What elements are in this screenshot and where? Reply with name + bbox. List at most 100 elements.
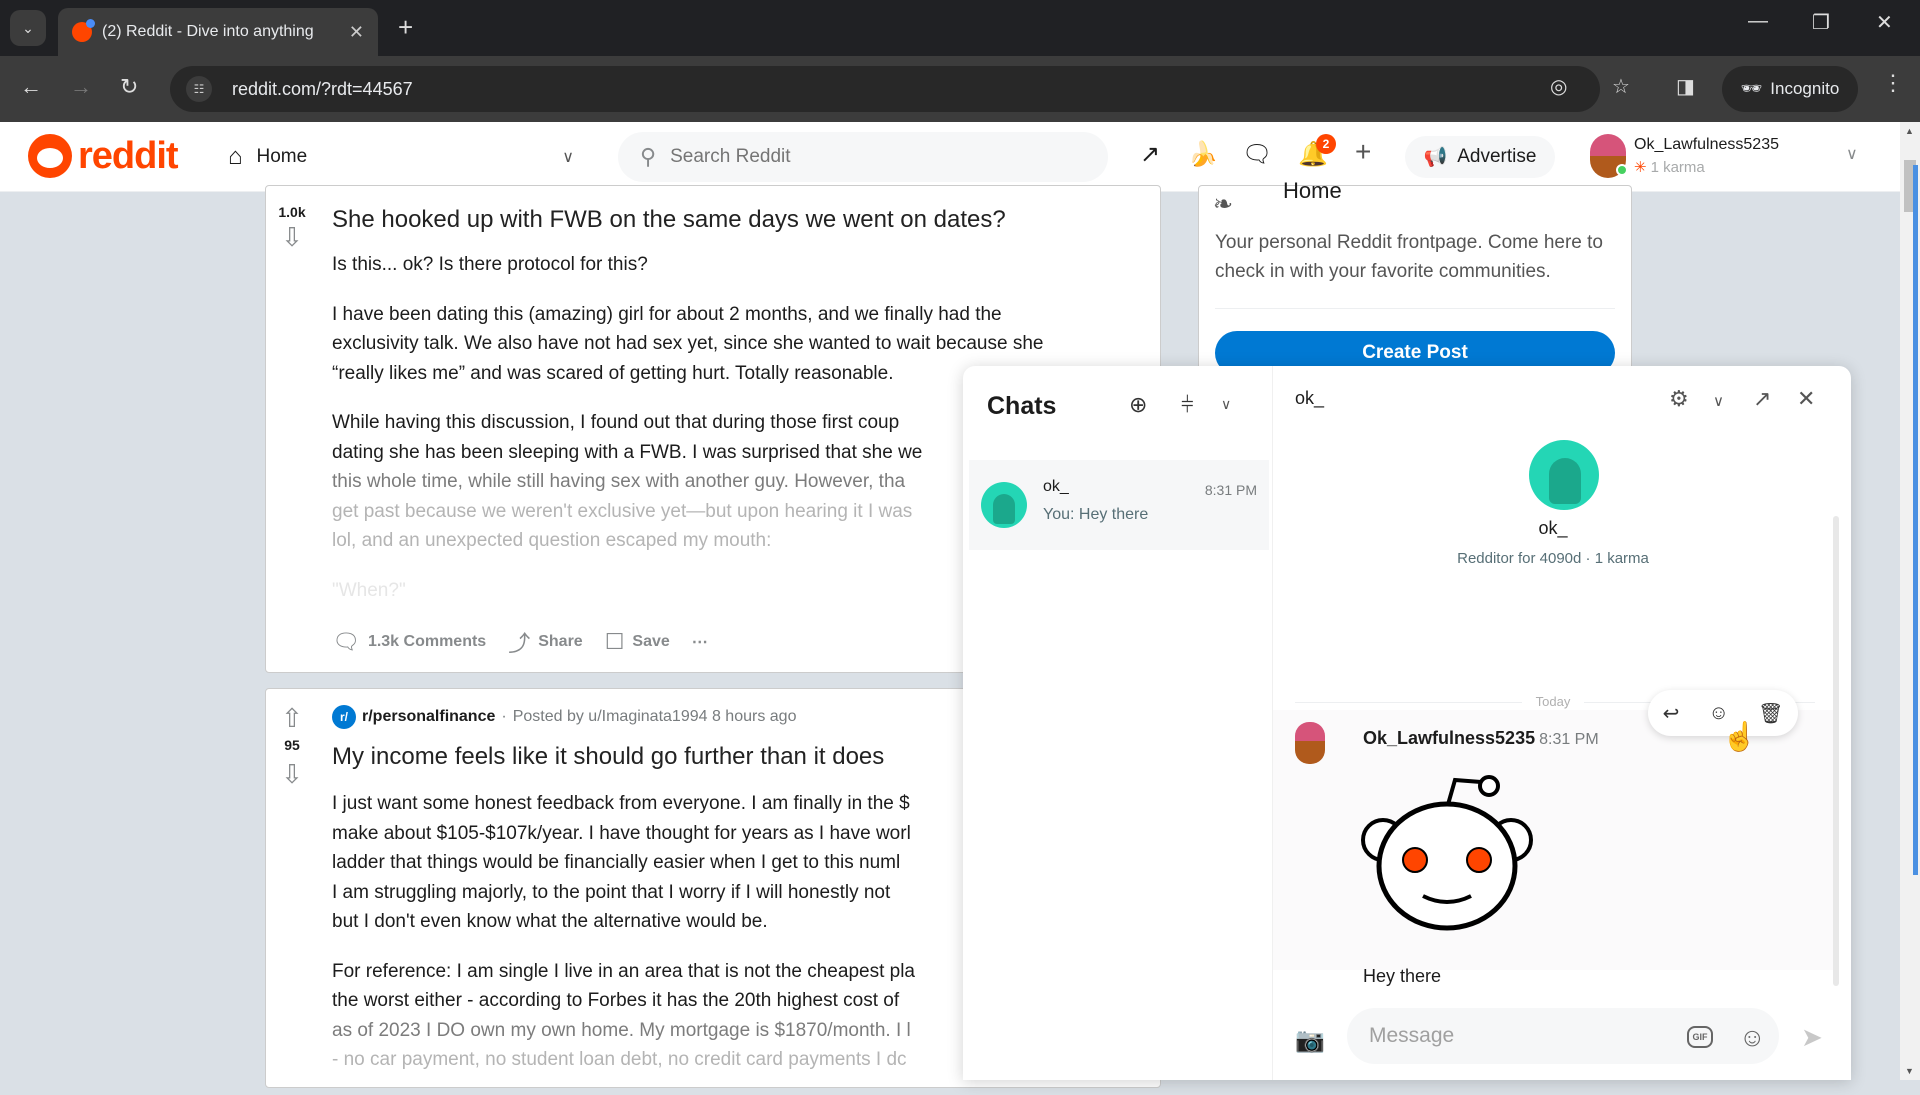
chat-time: 8:31 PM [1204,482,1257,498]
body-line: dating she has been sleeping with a FWB.… [332,441,923,463]
message-text: Hey there [1363,966,1442,986]
username: Ok_Lawfulness5235 [1634,136,1779,153]
post-actions: 🗨 1.3k Comments ⤴ Share ☐ Save ⋯ [332,626,708,658]
date-label: Today [1521,694,1585,709]
chat-panel: Chats ⊕ ⫩ ∨ ok_ 8:31 PM You: Hey there o… [963,366,1851,1080]
downvote-icon[interactable]: ⇩ [266,761,318,787]
post-title[interactable]: My income feels like it should go furthe… [332,743,884,771]
snoo-icon [28,134,72,178]
search-bar[interactable]: ⚲ [618,132,1108,182]
post-title[interactable]: She hooked up with FWB on the same days … [332,206,1006,234]
gif-button[interactable]: GIF [1687,1026,1713,1048]
close-window-icon[interactable]: ✕ [1876,10,1893,35]
subreddit-link[interactable]: r/personalfinance [362,708,495,726]
browser-tab[interactable]: (2) Reddit - Dive into anything ✕ [58,8,378,56]
left-eye [1402,847,1428,873]
search-icon: ⚲ [640,144,657,169]
browser-menu-icon[interactable]: ⋮ [1882,70,1904,96]
scroll-up-icon[interactable]: ▲ [1905,126,1914,136]
eye-off-icon[interactable]: ◎ [1550,74,1567,99]
new-tab-button[interactable]: + [398,12,413,43]
new-chat-icon[interactable]: ⊕ [1129,392,1147,418]
reddit-favicon-icon [72,19,95,42]
feed-selector[interactable]: ⌂ Home ∨ [228,138,576,176]
chevron-down-icon: ∨ [562,149,574,166]
advertise-button[interactable]: 📢 Advertise [1405,136,1555,178]
conversation-pane: ok_ ⚙ ∨ ↗ ✕ ok_ Redditor for 4090d · 1 k… [1273,366,1851,1080]
conversation-scrollbar[interactable] [1833,516,1839,986]
popout-icon[interactable]: ↗ [1753,386,1771,412]
divider [1215,308,1615,309]
close-icon[interactable]: ✕ [1797,386,1815,412]
body-line: this whole time, while still having sex … [332,471,906,492]
tab-search-button[interactable]: ⌄ [10,10,46,46]
reply-icon[interactable]: ↩ [1663,701,1680,726]
back-button[interactable]: ← [20,74,42,100]
send-icon[interactable]: ➤ [1801,1022,1823,1053]
avatar[interactable] [1529,440,1599,510]
home-banner-icon: ❧ [1213,191,1234,218]
logo-wordmark: reddit [78,134,179,177]
vote-column: 1.0k ⇩ [266,186,318,672]
forward-button[interactable]: → [70,74,92,100]
chevron-down-icon[interactable]: ∨ [1221,396,1231,413]
chat-list-item[interactable]: ok_ 8:31 PM You: Hey there [969,460,1269,550]
address-bar[interactable]: ☷ reddit.com/?rdt=44567 ◎ ☆ [170,66,1630,112]
karma-display: ✳ 1 karma [1634,158,1705,176]
site-info-icon[interactable]: ☷ [186,76,212,102]
comment-icon: 🗨 [332,629,360,654]
sidebar-description: Your personal Reddit frontpage. Come her… [1215,232,1603,282]
reload-button[interactable]: ↻ [120,74,138,100]
mouse-pointer-icon: ☝ [1722,721,1757,752]
avatar [981,482,1027,528]
save-label: Save [632,633,670,650]
comments-button[interactable]: 🗨 1.3k Comments [332,629,486,655]
post-meta: r/ r/personalfinance · Posted by u/Imagi… [332,705,796,729]
emoji-icon[interactable]: ☺ [1739,1022,1766,1053]
camera-icon[interactable]: 📷 [1295,1026,1325,1055]
subreddit-icon: r/ [332,705,356,729]
chat-list: Chats ⊕ ⫩ ∨ ok_ 8:31 PM You: Hey there [963,366,1273,1080]
karma-text: 1 karma [1650,159,1705,176]
chat-list-title: Chats [987,392,1057,420]
head [1376,801,1518,931]
settings-gear-icon[interactable]: ⚙ [1669,386,1689,412]
share-button[interactable]: ⤴ Share [508,626,582,658]
online-status-icon [1616,164,1628,176]
collapse-chevron-icon[interactable]: ∨ [1713,392,1724,410]
coins-icon[interactable]: 🍌 [1188,140,1218,169]
bookmark-star-icon[interactable]: ☆ [1612,74,1630,99]
comments-label: 1.3k Comments [367,633,487,650]
minimize-icon[interactable]: — [1748,10,1768,33]
advertise-label: Advertise [1457,146,1537,167]
restore-icon[interactable]: ❐ [1812,10,1830,35]
chevron-down-icon: ∨ [1846,146,1858,163]
search-input[interactable] [670,146,1051,168]
popular-icon[interactable]: ↗ [1140,140,1160,169]
posted-by: Posted by u/Imaginata1994 8 hours ago [512,708,797,725]
chat-icon[interactable]: 🗨 [1242,140,1272,169]
browser-tab-bar: ⌄ (2) Reddit - Dive into anything ✕ + — … [0,0,1920,56]
downvote-icon[interactable]: ⇩ [266,224,318,250]
reddit-logo[interactable]: reddit [28,134,179,178]
body-line: For reference: I am single I live in an … [332,960,915,982]
incognito-indicator[interactable]: 🕶 Incognito [1722,66,1858,112]
user-menu[interactable]: Ok_Lawfulness5235 ✳ 1 karma ∨ [1590,130,1870,184]
save-button[interactable]: ☐ Save [605,629,670,655]
side-panel-icon[interactable]: ◨ [1676,74,1695,99]
home-sidebar-card: ❧ Home Your personal Reddit frontpage. C… [1198,178,1632,375]
close-tab-icon[interactable]: ✕ [349,22,364,43]
upvote-icon[interactable]: ⇧ [266,705,318,731]
scroll-down-icon[interactable]: ▼ [1905,1066,1914,1076]
body-line: Is this... ok? Is there protocol for thi… [332,254,648,275]
create-plus-icon[interactable]: + [1355,136,1371,168]
incognito-label: Incognito [1770,79,1840,98]
message-input[interactable] [1347,1008,1779,1064]
meta-separator: · [501,708,507,725]
focus-edge [1913,165,1918,875]
filter-icon[interactable]: ⫩ [1181,392,1194,418]
body-line: exclusivity talk. We also have not had s… [332,333,1044,354]
more-options-icon[interactable]: ⋯ [692,632,708,652]
delete-trash-icon[interactable]: 🗑 [1758,701,1783,726]
body-line: I am struggling majorly, to the point th… [332,881,891,903]
